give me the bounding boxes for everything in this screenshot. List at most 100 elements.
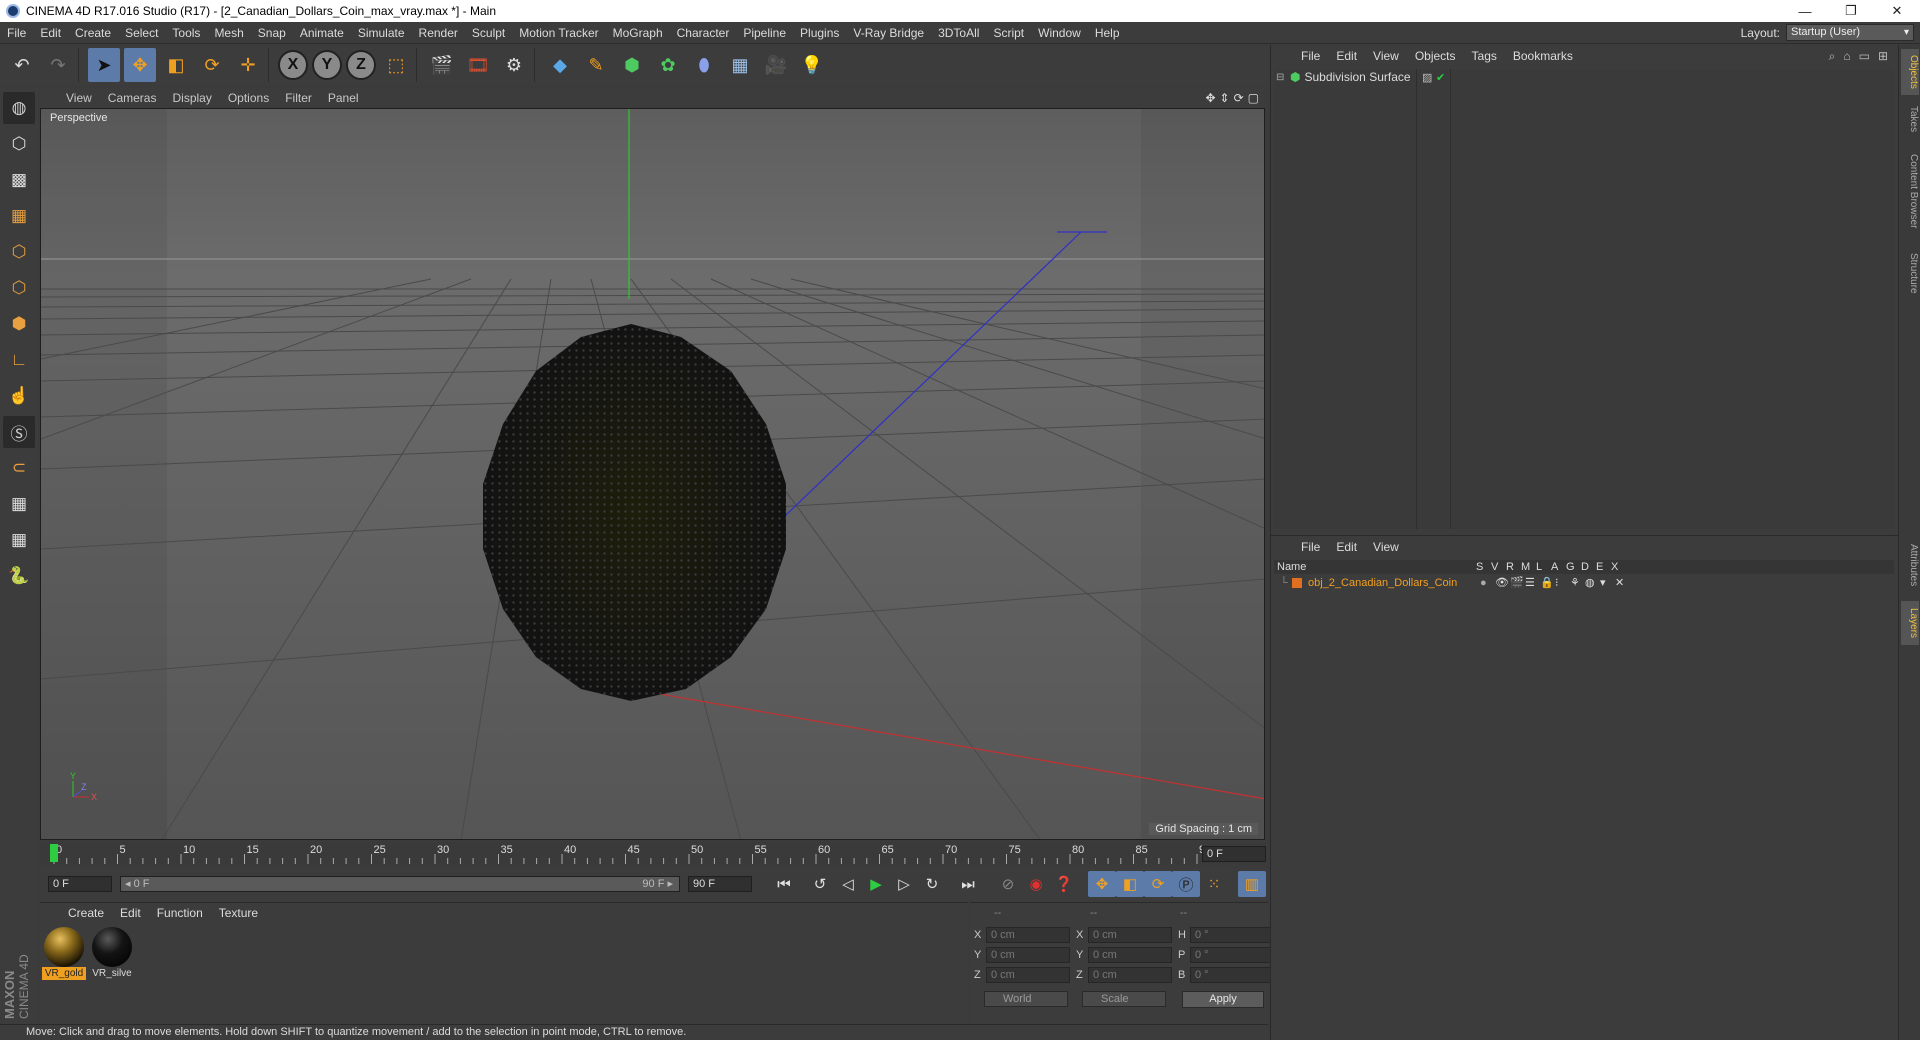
visible-icon[interactable]: 👁 — [1495, 576, 1510, 589]
objects-menu-tags[interactable]: Tags — [1464, 49, 1505, 63]
position-y-field[interactable]: 0 cm — [986, 947, 1070, 963]
play-icon[interactable]: ▶ — [862, 871, 890, 897]
viewport-menu-display[interactable]: Display — [164, 91, 219, 105]
layers-menu-view[interactable]: View — [1365, 540, 1407, 554]
menu-create[interactable]: Create — [68, 26, 118, 40]
viewport-menu-filter[interactable]: Filter — [277, 91, 320, 105]
previous-key-icon[interactable]: ↺ — [806, 871, 834, 897]
tab-structure[interactable]: Structure — [1901, 245, 1919, 301]
layers-menu-file[interactable]: File — [1293, 540, 1328, 554]
axis-mode-icon[interactable]: ∟ — [3, 344, 35, 376]
light-icon[interactable]: 💡 — [796, 48, 828, 82]
render-to-picture-viewer-icon[interactable]: 🎞 — [462, 48, 494, 82]
subdivision-surface-icon[interactable]: ⬢ — [616, 48, 648, 82]
autokeying-icon[interactable]: ◉ — [1022, 871, 1050, 897]
position-x-field[interactable]: 0 cm — [986, 927, 1070, 943]
render-settings-icon[interactable]: ⚙ — [498, 48, 530, 82]
menu-motion-tracker[interactable]: Motion Tracker — [512, 26, 605, 40]
rotation-p-field[interactable]: 0 ° — [1190, 947, 1274, 963]
live-selection-icon[interactable]: ➤ — [88, 48, 120, 82]
menu-render[interactable]: Render — [412, 26, 465, 40]
minimize-button[interactable]: — — [1782, 0, 1828, 22]
locked-workplane-icon[interactable]: ▦ — [3, 488, 35, 520]
texture-mode-icon[interactable]: ▩ — [3, 164, 35, 196]
menu-mesh[interactable]: Mesh — [207, 26, 250, 40]
expand-toggle-icon[interactable]: ⊟ — [1276, 72, 1290, 83]
viewport-menu-panel[interactable]: Panel — [320, 91, 367, 105]
record-keyframe-icon[interactable]: ⊘ — [994, 871, 1022, 897]
material-vr-gold[interactable]: VR_gold — [42, 927, 86, 985]
menu-character[interactable]: Character — [670, 26, 737, 40]
material-vr-silver[interactable]: VR_silve — [90, 927, 134, 985]
key-rotation-icon[interactable]: ⟳ — [1144, 871, 1172, 897]
home-icon[interactable]: ⌂ — [1843, 49, 1850, 64]
xref-icon[interactable]: ✕ — [1615, 576, 1630, 589]
expand-icon[interactable]: ⊞ — [1878, 49, 1888, 64]
z-axis-lock-button[interactable]: Z — [346, 50, 376, 80]
tab-attributes[interactable]: Attributes — [1901, 535, 1919, 595]
coordinate-system-dropdown[interactable]: World — [984, 991, 1068, 1007]
move-tool-icon[interactable]: ✥ — [124, 48, 156, 82]
close-button[interactable]: ✕ — [1874, 0, 1920, 22]
timeline-window-icon[interactable]: ▥ — [1238, 871, 1266, 897]
menu-tools[interactable]: Tools — [165, 26, 207, 40]
go-to-end-icon[interactable]: ⏭ — [954, 871, 982, 897]
material-menu-edit[interactable]: Edit — [112, 906, 149, 920]
zoom-view-icon[interactable]: ⇕ — [1220, 91, 1230, 105]
key-scale-icon[interactable]: ◧ — [1116, 871, 1144, 897]
menu-window[interactable]: Window — [1031, 26, 1088, 40]
solo-icon[interactable]: ● — [1480, 577, 1495, 589]
tweak-mode-icon[interactable]: ☝ — [3, 380, 35, 412]
object-row-subdivision-surface[interactable]: ⊟ ⬢ Subdivision Surface ▨ ✔ — [1274, 69, 1894, 85]
redo-icon[interactable]: ↷ — [42, 48, 74, 82]
enabled-check-icon[interactable]: ✔ — [1436, 71, 1445, 84]
x-axis-lock-button[interactable]: X — [278, 50, 308, 80]
start-frame-field[interactable]: 0 F — [48, 876, 112, 892]
viewport-menu-options[interactable]: Options — [220, 91, 277, 105]
go-to-start-icon[interactable]: ⏮ — [770, 871, 798, 897]
python-icon[interactable]: 🐍 — [3, 560, 35, 592]
manager-icon[interactable]: ☰ — [1525, 576, 1540, 589]
deformers-icon[interactable]: ◍ — [1585, 576, 1600, 589]
end-frame-field[interactable]: 90 F — [688, 876, 752, 892]
expressions-icon[interactable]: ▾ — [1600, 576, 1615, 589]
viewport-menu-cameras[interactable]: Cameras — [100, 91, 165, 105]
search-icon[interactable]: ⌕ — [1829, 49, 1836, 64]
material-menu-texture[interactable]: Texture — [211, 906, 266, 920]
rotation-b-field[interactable]: 0 ° — [1190, 967, 1274, 983]
polygons-mode-icon[interactable]: ⬢ — [3, 308, 35, 340]
keyframe-selection-icon[interactable]: ❓ — [1050, 871, 1078, 897]
viewport-menu-view[interactable]: View — [40, 91, 100, 105]
recent-tool-icon[interactable]: ✛ — [232, 48, 264, 82]
next-key-icon[interactable]: ↻ — [918, 871, 946, 897]
timeline-ruler[interactable]: 051015202530354045505560657075808590 — [40, 842, 1265, 864]
size-mode-dropdown[interactable]: Scale — [1082, 991, 1166, 1007]
menu-plugins[interactable]: Plugins — [793, 26, 846, 40]
generators-icon[interactable]: ⚘ — [1570, 576, 1585, 589]
menu-3dtoall[interactable]: 3DToAll — [931, 26, 986, 40]
lock-icon[interactable]: 🔒 — [1540, 576, 1555, 589]
key-position-icon[interactable]: ✥ — [1088, 871, 1116, 897]
current-frame-field[interactable]: 0 F — [1202, 846, 1266, 862]
current-frame-marker[interactable] — [50, 844, 58, 862]
y-axis-lock-button[interactable]: Y — [312, 50, 342, 80]
tab-takes[interactable]: Takes — [1901, 101, 1919, 137]
rotate-view-icon[interactable]: ⟳ — [1234, 91, 1244, 105]
coordinate-system-icon[interactable]: ⬚ — [380, 48, 412, 82]
next-frame-icon[interactable]: ▷ — [890, 871, 918, 897]
edges-mode-icon[interactable]: ⬡ — [3, 272, 35, 304]
deformer-icon[interactable]: ⬮ — [688, 48, 720, 82]
previous-frame-icon[interactable]: ◁ — [834, 871, 862, 897]
tab-layers[interactable]: Layers — [1901, 601, 1919, 645]
pen-spline-icon[interactable]: ✎ — [580, 48, 612, 82]
objects-menu-objects[interactable]: Objects — [1407, 49, 1464, 63]
objects-menu-file[interactable]: File — [1293, 49, 1328, 63]
restore-button[interactable]: ❐ — [1828, 0, 1874, 22]
visibility-toggle-icon[interactable]: ▨ — [1422, 71, 1432, 84]
toggle-view-icon[interactable]: ▢ — [1248, 91, 1259, 105]
menu-animate[interactable]: Animate — [293, 26, 351, 40]
menu-file[interactable]: File — [0, 26, 33, 40]
model-mode-icon[interactable]: ⬡ — [3, 128, 35, 160]
menu-sculpt[interactable]: Sculpt — [465, 26, 512, 40]
rotation-h-field[interactable]: 0 ° — [1190, 927, 1274, 943]
